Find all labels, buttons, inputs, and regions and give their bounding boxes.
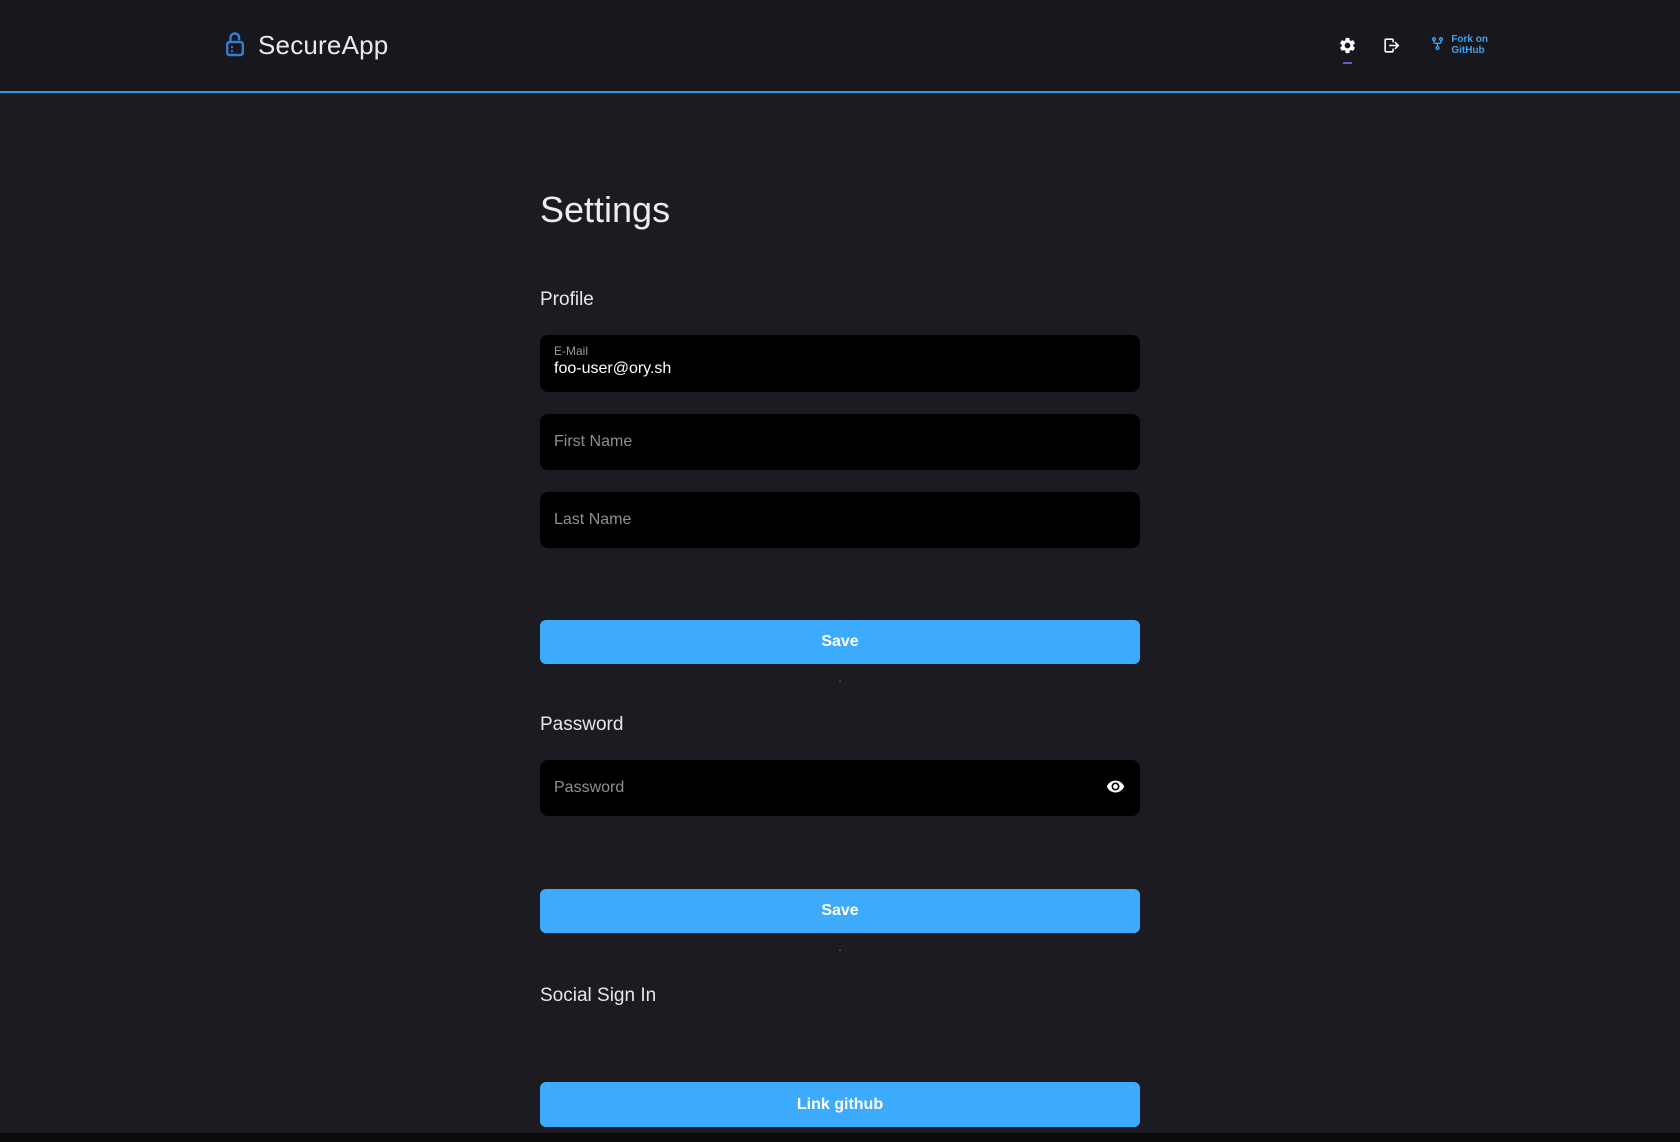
git-fork-icon — [1430, 35, 1445, 57]
email-field[interactable]: E-Mail — [540, 335, 1140, 392]
last-name-input[interactable] — [540, 492, 1140, 548]
logout-icon — [1382, 36, 1401, 55]
gear-icon — [1338, 36, 1357, 55]
page-title: Settings — [540, 188, 1140, 231]
link-github-button[interactable]: Link github — [540, 1082, 1140, 1127]
header: SecureApp — [0, 0, 1680, 93]
settings-button[interactable] — [1334, 32, 1361, 59]
email-input[interactable] — [554, 358, 1126, 379]
app-logo: SecureApp — [223, 30, 388, 61]
profile-section-heading: Profile — [540, 288, 1140, 311]
toggle-password-visibility-button[interactable] — [1104, 775, 1127, 801]
password-save-button[interactable]: Save — [540, 889, 1140, 933]
gear-underline-indicator — [1343, 62, 1352, 64]
lock-icon — [223, 35, 247, 57]
section-divider-dot: . — [540, 676, 1140, 683]
fork-on-github-link[interactable]: Fork on GitHub — [1430, 35, 1488, 57]
profile-save-button[interactable]: Save — [540, 620, 1140, 664]
password-section-heading: Password — [540, 713, 1140, 736]
fork-link-line2: GitHub — [1451, 45, 1484, 56]
eye-icon — [1106, 777, 1125, 799]
header-actions: Fork on GitHub — [1334, 32, 1488, 59]
fork-link-text: Fork on GitHub — [1451, 35, 1488, 56]
settings-page: Settings Profile E-Mail Save . Password … — [540, 188, 1140, 1127]
first-name-input[interactable] — [540, 414, 1140, 470]
section-divider-dot: . — [540, 945, 1140, 952]
logout-button[interactable] — [1378, 32, 1405, 59]
password-input[interactable] — [540, 760, 1140, 816]
app-title: SecureApp — [258, 30, 388, 61]
first-name-field[interactable] — [540, 414, 1140, 470]
social-section-heading: Social Sign In — [540, 984, 1140, 1007]
last-name-field[interactable] — [540, 492, 1140, 548]
bottom-edge-strip — [0, 1133, 1680, 1142]
password-field[interactable] — [540, 760, 1140, 816]
fork-link-line1: Fork on — [1451, 34, 1488, 45]
email-field-label: E-Mail — [554, 344, 1126, 358]
